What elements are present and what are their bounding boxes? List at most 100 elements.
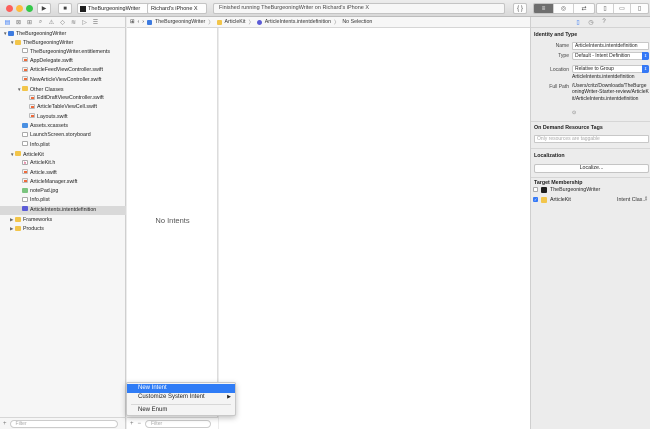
version-editor-icon[interactable]: ⇄ (574, 4, 594, 13)
tree-item[interactable]: ArticleTableViewCell.swift (0, 103, 126, 112)
history-inspector-icon[interactable]: ◷ (587, 18, 596, 27)
assets-icon (22, 122, 28, 128)
tree-item[interactable]: ▶ Frameworks (0, 215, 126, 224)
tree-item-label: EditDraftViewController.swift (37, 95, 104, 102)
debug-navigator-icon[interactable]: ≋ (69, 18, 78, 27)
tree-item[interactable]: ArticleFeedViewController.swift (0, 66, 126, 75)
name-field[interactable]: ArticleIntents.intentdefinition (572, 42, 649, 50)
play-icon: ▶ (41, 6, 47, 12)
plain-file-icon (22, 48, 28, 54)
framework-target-icon (541, 197, 547, 203)
stop-button[interactable]: ■ (58, 3, 72, 14)
tree-item[interactable]: ArticleIntents.intentdefinition (0, 205, 126, 215)
localize-button[interactable]: Localize... (534, 164, 649, 173)
file-inspector-icon[interactable]: ▯ (574, 18, 583, 27)
debug-toggle-icon[interactable]: ▭ (614, 4, 631, 13)
inspector-tabs: ▯ ◷ ? (531, 17, 650, 28)
tree-item[interactable]: EditDraftViewController.swift (0, 94, 126, 103)
select-arrows-icon: ⇕ (642, 65, 649, 73)
tree-item[interactable]: ▼ Other Classes (0, 85, 126, 94)
source-control-icon[interactable]: ⊠ (14, 18, 23, 27)
location-select[interactable]: Relative to Group ⇕ (572, 65, 649, 73)
editor-mode-control[interactable]: ≡ ◎ ⇄ (533, 3, 595, 14)
tree-item-label: ArticleFeedViewController.swift (30, 67, 103, 74)
zoom-window-icon[interactable] (26, 5, 33, 12)
crumb-project[interactable]: TheBurgeoningWriter (155, 19, 205, 25)
back-icon[interactable]: ‹ (137, 19, 139, 25)
scheme-selector[interactable]: TheBurgeoningWriter (77, 3, 152, 14)
add-file-icon[interactable]: + (3, 421, 7, 427)
section-divider (531, 148, 650, 149)
tree-item[interactable]: notePad.jpg (0, 187, 126, 196)
folder-icon (22, 86, 28, 92)
select-arrows-icon: ⇕ (642, 52, 649, 60)
crumb-file[interactable]: ArticleIntents.intentdefinition (265, 19, 331, 25)
tree-item[interactable]: Assets.xcassets (0, 122, 126, 131)
tree-item[interactable]: Info.plist (0, 141, 126, 150)
tree-item[interactable]: ▼ TheBurgeoningWriter (0, 29, 126, 38)
tree-item[interactable]: Article.swift (0, 169, 126, 178)
inspector-toggle-icon[interactable]: ▯ (631, 4, 648, 13)
report-navigator-icon[interactable]: ☰ (91, 18, 100, 27)
intent-class-generation[interactable]: Intent Clas... (617, 197, 647, 203)
target-name-articlekit: ArticleKit (550, 196, 571, 203)
menu-item-new-intent[interactable]: New Intent (127, 384, 235, 393)
tree-item[interactable]: ▶ Products (0, 224, 126, 233)
menu-item-customize-system-intent[interactable]: Customize System Intent ▶ (127, 393, 235, 402)
tree-item[interactable]: ▼ ArticleKit (0, 150, 126, 159)
crumb-selection[interactable]: No Selection (342, 19, 372, 25)
tree-item[interactable]: Layouts.swift (0, 113, 126, 122)
navigator-filter-input[interactable]: Filter (9, 419, 118, 428)
run-button[interactable]: ▶ (37, 3, 51, 14)
tree-item-label: notePad.jpg (30, 188, 59, 195)
tree-item-label: ArticleIntents.intentdefinition (30, 206, 97, 213)
remove-intent-button[interactable]: − (138, 421, 142, 427)
tree-item[interactable]: TheBurgeoningWriter.entitlements (0, 48, 126, 57)
standard-editor-icon[interactable]: ≡ (534, 4, 554, 13)
type-select-value: Default - Intent Definition (575, 53, 631, 59)
tree-item-label: AppDelegate.swift (30, 57, 73, 64)
find-navigator-icon[interactable]: ⌕ (36, 18, 45, 27)
plain-file-icon (22, 196, 28, 202)
navigator-toggle-icon[interactable]: ▯ (597, 4, 614, 13)
tree-item-label: Products (23, 226, 44, 233)
crumb-group[interactable]: ArticleKit (225, 19, 246, 25)
target-checkbox-articlekit[interactable]: ✓ (533, 197, 538, 202)
tree-item[interactable]: NewArticleViewController.swift (0, 76, 126, 85)
device-selector[interactable]: Richard's iPhone X (147, 3, 207, 14)
reveal-in-finder-icon[interactable]: ⊙ (572, 110, 576, 116)
tree-item[interactable]: LaunchScreen.storyboard (0, 131, 126, 140)
app-scheme-icon (80, 5, 86, 12)
tree-item-label: LaunchScreen.storyboard (30, 132, 91, 139)
intent-filter-input[interactable]: Filter (145, 419, 212, 428)
odr-section-header: On Demand Resource Tags (534, 125, 603, 131)
view-toggle-control[interactable]: ▯ ▭ ▯ (596, 3, 649, 14)
tree-item-label: Info.plist (30, 141, 50, 148)
tree-item[interactable]: Info.plist (0, 196, 126, 205)
menu-item-new-enum[interactable]: New Enum (127, 406, 235, 415)
tree-item[interactable]: AppDelegate.swift (0, 57, 126, 66)
tree-item[interactable]: ArticleManager.swift (0, 178, 126, 187)
close-window-icon[interactable] (6, 5, 13, 12)
test-navigator-icon[interactable]: ◇ (58, 18, 67, 27)
project-navigator-icon[interactable]: ▤ (3, 18, 12, 27)
target-checkbox-app[interactable] (533, 187, 538, 192)
quick-help-icon[interactable]: ? (600, 18, 609, 27)
forward-icon[interactable]: › (142, 19, 144, 25)
target-name-app: TheBurgeoningWriter (550, 186, 601, 193)
crumb-separator-icon: 〉 (334, 20, 340, 26)
issue-navigator-icon[interactable]: ⚠ (47, 18, 56, 27)
tree-item-label: Article.swift (30, 169, 57, 176)
tree-item-label: Assets.xcassets (30, 123, 68, 129)
tree-item[interactable]: ArticleKit.h (0, 158, 126, 168)
code-review-button[interactable]: { } (513, 3, 527, 14)
type-select[interactable]: Default - Intent Definition ⇕ (572, 52, 649, 60)
related-items-icon[interactable]: ⊞ (130, 19, 134, 25)
symbol-navigator-icon[interactable]: ⊞ (25, 18, 34, 27)
breakpoint-navigator-icon[interactable]: ▷ (80, 18, 89, 27)
assistant-editor-icon[interactable]: ◎ (554, 4, 574, 13)
minimize-window-icon[interactable] (16, 5, 23, 12)
tree-item-label: ArticleManager.swift (30, 178, 78, 185)
add-intent-button[interactable]: + (130, 421, 134, 427)
tree-item[interactable]: ▼ TheBurgeoningWriter (0, 38, 126, 47)
